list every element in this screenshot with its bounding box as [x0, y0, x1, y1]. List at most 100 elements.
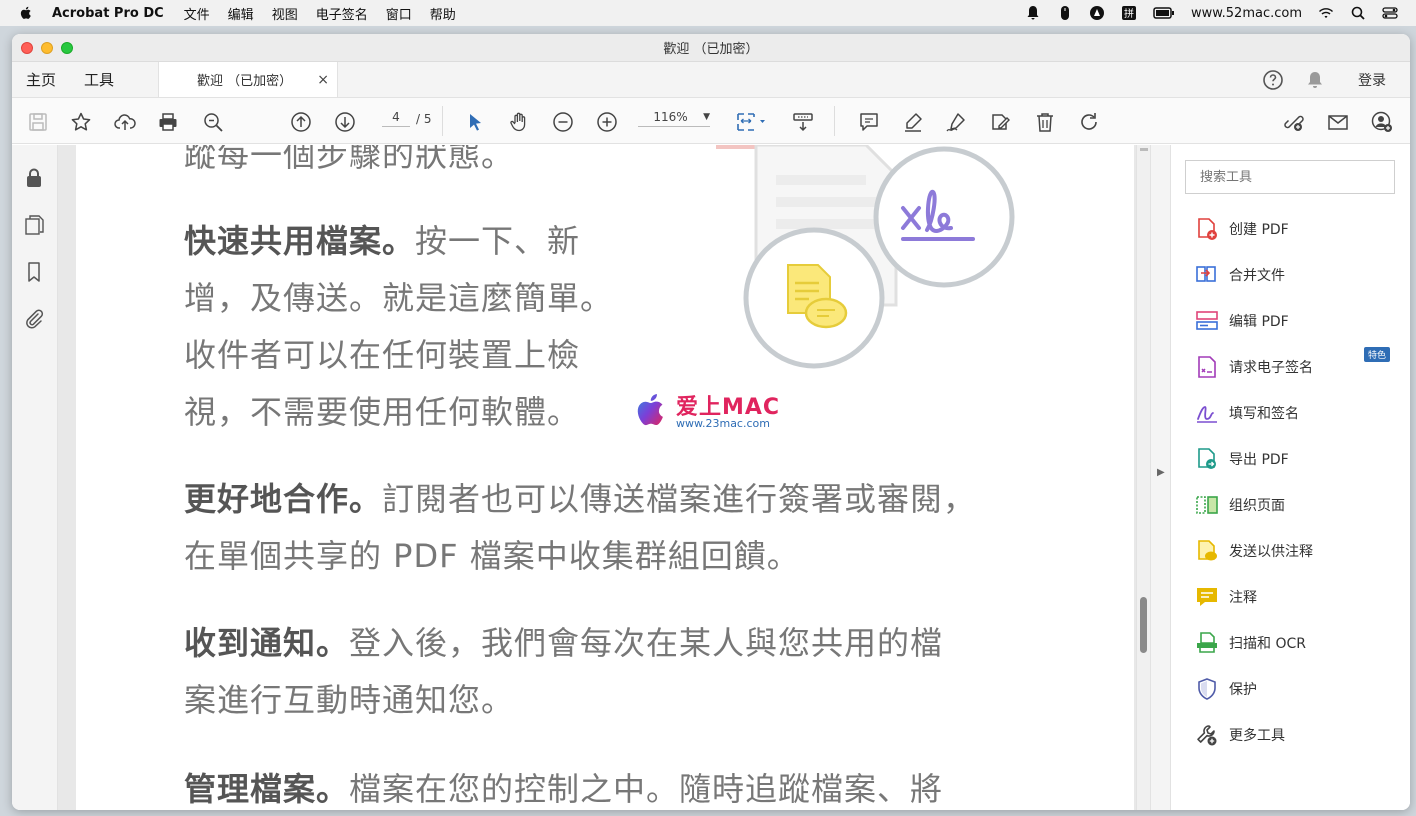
- paragraph-notifications: 收到通知。登入後，我們會每次在某人與您共用的檔 案進行互動時通知您。: [184, 615, 943, 729]
- tool-create-pdf[interactable]: 创建 PDF: [1195, 214, 1289, 244]
- zoom-out-icon[interactable]: [551, 110, 575, 134]
- star-bookmark-icon[interactable]: [69, 110, 93, 134]
- window-minimize-button[interactable]: [41, 41, 53, 54]
- mouse-icon[interactable]: [1057, 5, 1073, 21]
- previous-page-icon[interactable]: [289, 110, 313, 134]
- document-tab-close-button[interactable]: ×: [317, 72, 329, 88]
- zoom-search-icon[interactable]: [201, 110, 225, 134]
- tool-scan-ocr[interactable]: 扫描和 OCR: [1195, 628, 1306, 658]
- add-user-icon[interactable]: [1370, 110, 1394, 134]
- tool-send-for-comments[interactable]: 发送以供注释: [1195, 536, 1313, 566]
- zoom-in-icon[interactable]: [595, 110, 619, 134]
- highlight-pen-icon[interactable]: [901, 110, 925, 134]
- tool-more-tools[interactable]: 更多工具: [1195, 720, 1285, 750]
- spotlight-search-icon[interactable]: [1350, 5, 1366, 21]
- page-thumbnails-icon[interactable]: [23, 214, 45, 236]
- svg-text:拼: 拼: [1124, 7, 1134, 20]
- window-close-button[interactable]: [21, 41, 33, 54]
- scrollbar-thumb[interactable]: [1140, 597, 1147, 653]
- login-button[interactable]: 登录: [1358, 70, 1386, 90]
- vpn-icon[interactable]: [1089, 5, 1105, 21]
- paragraph-line: 視，不需要使用任何軟體。: [184, 393, 581, 431]
- menubar-site-text: www.52mac.com: [1190, 5, 1302, 21]
- page-number-control: 4 / 5: [382, 110, 432, 127]
- tab-home[interactable]: 主页: [12, 62, 70, 97]
- delete-trash-icon[interactable]: [1033, 110, 1057, 134]
- comment-icon[interactable]: [857, 110, 881, 134]
- rotate-icon[interactable]: [1077, 110, 1101, 134]
- menu-file[interactable]: 文件: [184, 4, 210, 23]
- paragraph-fragment: 蹤每一個步驟的狀態。: [184, 145, 514, 184]
- tool-label: 更多工具: [1229, 728, 1285, 744]
- zoom-level-dropdown[interactable]: 116% ▼: [638, 110, 710, 127]
- tools-panel: 特色 创建 PDF 合并文件 编辑 PDF 请求电子签名 填写和签名 导出 PD…: [1170, 145, 1410, 810]
- control-center-icon[interactable]: [1382, 5, 1398, 21]
- tool-request-esignature[interactable]: 请求电子签名: [1195, 352, 1313, 382]
- pdf-page: 蹤每一個步驟的狀態。 快速共用檔案。按一下、新 增，及傳送。就是這麼簡單。 收件…: [76, 145, 1134, 810]
- paragraph-line: 在單個共享的 PDF 檔案中收集群組回饋。: [184, 537, 800, 575]
- paragraph-heading: 快速共用檔案。: [184, 222, 416, 260]
- tools-search-input[interactable]: [1185, 160, 1395, 194]
- send-comments-icon: [1198, 540, 1217, 561]
- hand-tool-icon[interactable]: [507, 110, 531, 134]
- window-zoom-button[interactable]: [61, 41, 73, 54]
- apple-icon[interactable]: [18, 5, 34, 21]
- tool-edit-pdf[interactable]: 编辑 PDF: [1195, 306, 1289, 336]
- scroll-mode-icon[interactable]: [791, 110, 815, 134]
- sign-pen-icon[interactable]: [944, 110, 968, 134]
- chevron-down-icon: ▼: [703, 112, 710, 122]
- vertical-scrollbar[interactable]: [1136, 145, 1150, 810]
- battery-icon[interactable]: [1153, 5, 1175, 21]
- edit-document-icon[interactable]: [988, 110, 1012, 134]
- bookmark-icon[interactable]: [23, 261, 45, 283]
- share-link-icon[interactable]: [1282, 110, 1306, 134]
- scrollbar-top-marker: [1140, 148, 1148, 151]
- lock-icon[interactable]: [23, 167, 45, 189]
- tool-fill-and-sign[interactable]: 填写和签名: [1195, 398, 1299, 428]
- fit-page-icon[interactable]: [734, 110, 768, 134]
- left-navigation-rail: [12, 145, 58, 810]
- tool-organize-pages[interactable]: 组织页面: [1195, 490, 1285, 520]
- tool-combine-files[interactable]: 合并文件: [1195, 260, 1285, 290]
- upload-cloud-icon[interactable]: [113, 110, 137, 134]
- title-bar: 歡迎 （已加密）: [12, 34, 1410, 62]
- organize-pages-icon: [1196, 496, 1218, 514]
- main-toolbar: 4 / 5 116% ▼: [12, 98, 1410, 144]
- next-page-icon[interactable]: [333, 110, 357, 134]
- document-viewer[interactable]: 蹤每一個步驟的狀態。 快速共用檔案。按一下、新 增，及傳送。就是這麼簡單。 收件…: [58, 145, 1148, 810]
- tool-protect[interactable]: 保护: [1195, 674, 1257, 704]
- tool-comment[interactable]: 注释: [1195, 582, 1257, 612]
- tool-label: 注释: [1229, 590, 1257, 606]
- menu-help[interactable]: 帮助: [430, 4, 456, 23]
- tool-label: 导出 PDF: [1229, 452, 1289, 468]
- menu-esign[interactable]: 电子签名: [316, 4, 368, 23]
- current-page-input[interactable]: 4: [382, 110, 410, 127]
- tool-export-pdf[interactable]: 导出 PDF: [1195, 444, 1289, 474]
- notification-bell-icon[interactable]: [1025, 5, 1041, 21]
- menu-view[interactable]: 视图: [272, 4, 298, 23]
- zoom-level-value: 116%: [653, 110, 688, 124]
- save-icon[interactable]: [26, 110, 50, 134]
- tab-tools[interactable]: 工具: [70, 62, 128, 97]
- tool-label: 发送以供注释: [1229, 544, 1313, 560]
- notifications-bell-icon[interactable]: [1304, 69, 1326, 91]
- tool-label: 请求电子签名: [1229, 360, 1313, 376]
- input-method-icon[interactable]: 拼: [1121, 5, 1137, 21]
- tabbar-actions: 登录: [1262, 62, 1410, 97]
- print-icon[interactable]: [156, 110, 180, 134]
- sharing-illustration: [716, 145, 1015, 369]
- wifi-icon[interactable]: [1318, 5, 1334, 21]
- featured-badge: 特色: [1364, 347, 1391, 362]
- help-icon[interactable]: [1262, 69, 1284, 91]
- document-tab[interactable]: 歡迎 （已加密） ×: [158, 62, 339, 97]
- paragraph-heading: 管理檔案。: [184, 770, 350, 808]
- select-cursor-icon[interactable]: [463, 110, 487, 134]
- app-name[interactable]: Acrobat Pro DC: [52, 6, 164, 21]
- request-signature-icon: [1198, 356, 1216, 378]
- menu-window[interactable]: 窗口: [386, 4, 412, 23]
- email-icon[interactable]: [1326, 110, 1350, 134]
- collapse-right-panel-icon[interactable]: ▶: [1157, 467, 1165, 478]
- attachment-paperclip-icon[interactable]: [23, 307, 45, 329]
- menu-edit[interactable]: 编辑: [228, 4, 254, 23]
- toolbar-divider: [442, 106, 443, 136]
